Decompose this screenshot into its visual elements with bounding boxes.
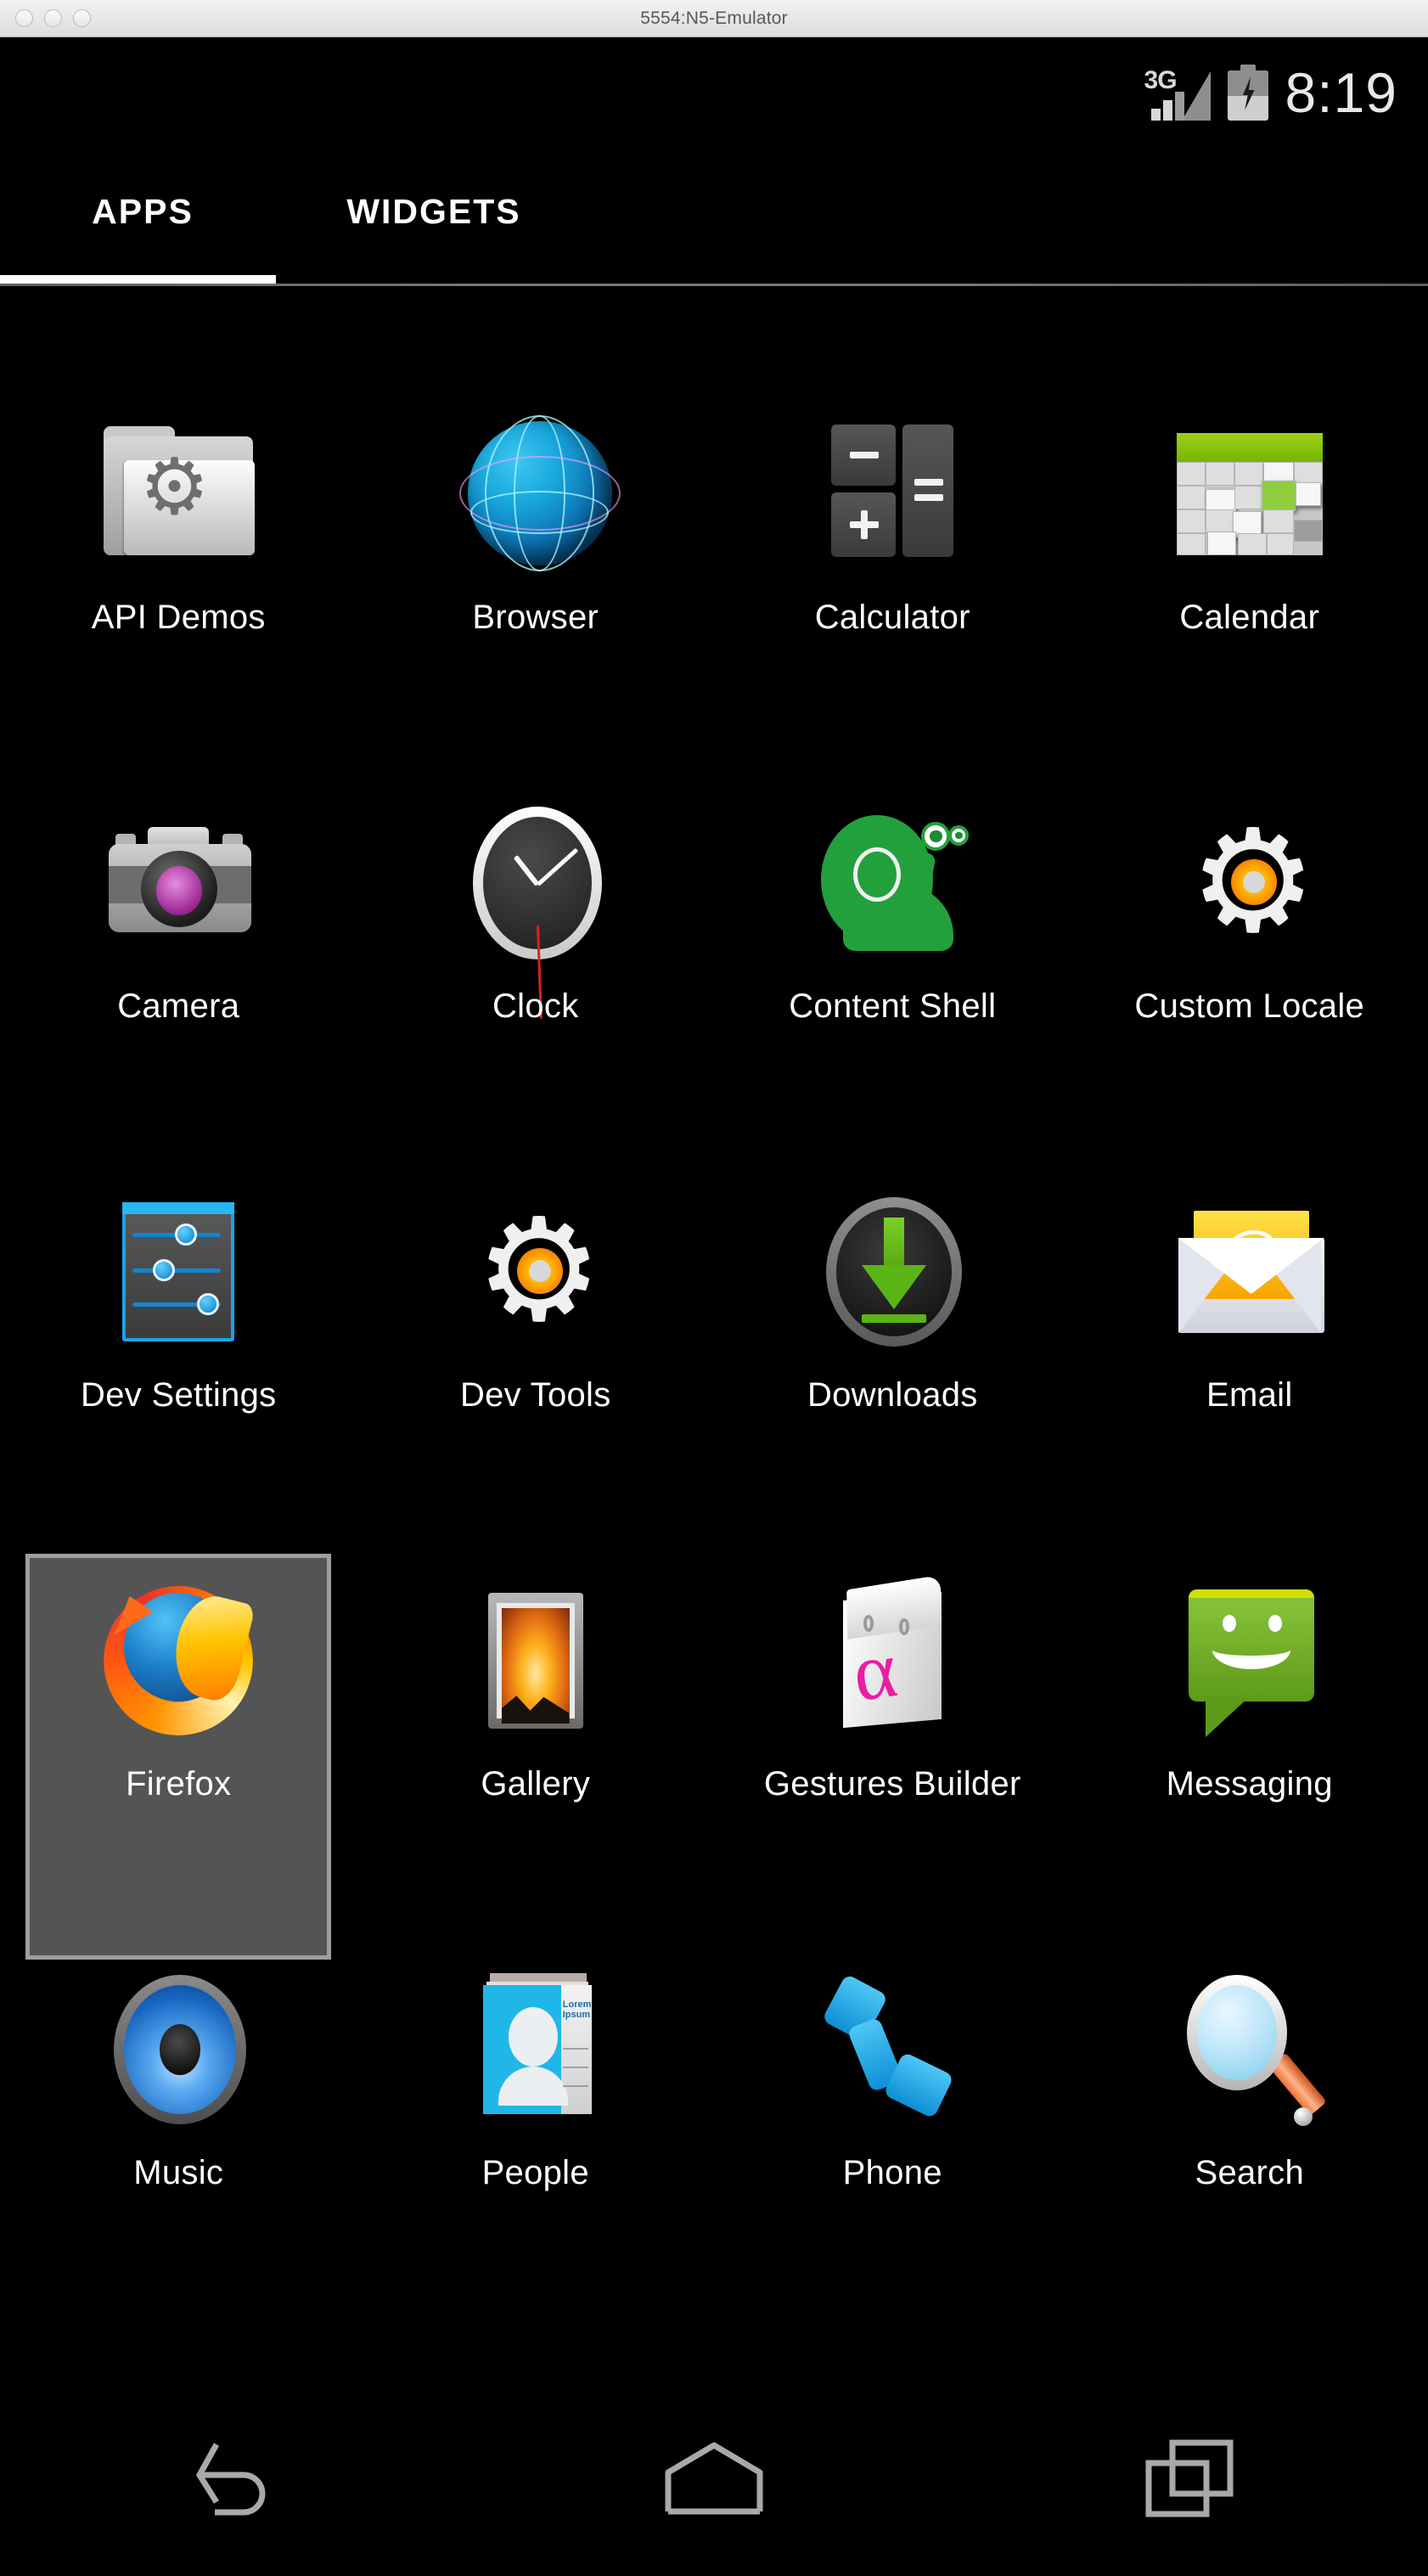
app-label: Phone — [842, 2154, 942, 2191]
tab-apps[interactable]: APPS — [0, 148, 285, 275]
app-grid: ⚙ API Demos Browser Calculator Calendar … — [0, 377, 1428, 2321]
app-label: Dev Settings — [81, 1376, 277, 1414]
app-label: Dev Tools — [459, 1376, 611, 1414]
app-icon-clock[interactable]: Clock — [357, 766, 715, 1155]
network-type-label: 3G — [1144, 66, 1178, 94]
app-label: Calculator — [814, 599, 970, 636]
app-icon-dev-settings[interactable]: Dev Settings — [0, 1155, 357, 1544]
app-icon-api-demos[interactable]: ⚙ API Demos — [0, 377, 357, 766]
contact-card-icon: Lorem Ipsum — [453, 1966, 619, 2133]
tab-widgets[interactable]: WIDGETS — [285, 148, 582, 275]
app-icon-search[interactable]: Search — [1071, 1932, 1428, 2321]
gear-orange-icon: ⚙ — [1167, 800, 1333, 966]
app-icon-phone[interactable]: Phone — [714, 1932, 1071, 2321]
app-label: Camera — [117, 987, 240, 1025]
app-label: Clock — [492, 987, 579, 1025]
app-icon-gestures-builder[interactable]: α Gestures Builder — [714, 1544, 1071, 1932]
folder-gear-icon: ⚙ — [95, 411, 261, 577]
app-label: API Demos — [91, 599, 266, 636]
status-bar: 3G 8:19 — [0, 37, 1428, 148]
app-label: Firefox — [126, 1765, 232, 1803]
app-label: Content Shell — [789, 987, 997, 1025]
app-label: Browser — [472, 599, 599, 636]
app-icon-firefox[interactable]: Firefox — [0, 1544, 357, 1932]
app-icon-content-shell[interactable]: Content Shell — [714, 766, 1071, 1155]
app-label: Gestures Builder — [763, 1765, 1021, 1803]
app-icon-gallery[interactable]: Gallery — [357, 1544, 715, 1932]
app-icon-email[interactable]: @ Email — [1071, 1155, 1428, 1544]
app-label: Gallery — [481, 1765, 591, 1803]
signal-bars-icon: 3G — [1144, 63, 1211, 122]
calculator-keys-icon — [809, 411, 975, 577]
app-icon-camera[interactable]: Camera — [0, 766, 357, 1155]
app-label: People — [481, 2154, 589, 2191]
back-button[interactable] — [153, 2423, 323, 2534]
gear-orange-icon: ⚙ — [453, 1189, 619, 1355]
app-label: Messaging — [1166, 1765, 1333, 1803]
photo-frame-icon — [453, 1578, 619, 1744]
contact-name-line2: Ipsum — [562, 2009, 591, 2020]
app-label: Music — [133, 2154, 224, 2191]
sliders-panel-icon — [95, 1189, 261, 1355]
camera-icon — [95, 800, 261, 966]
tab-divider — [0, 284, 1428, 286]
app-label: Downloads — [807, 1376, 978, 1414]
emulator-window-titlebar: 5554:N5-Emulator — [0, 0, 1428, 37]
speaker-icon — [95, 1966, 261, 2133]
device-screen: 3G 8:19 APPS WIDGETS ⚙ API Demos Browser… — [0, 37, 1428, 2576]
navigation-bar — [0, 2381, 1428, 2576]
back-icon — [196, 2443, 266, 2516]
app-icon-downloads[interactable]: Downloads — [714, 1155, 1071, 1544]
app-icon-music[interactable]: Music — [0, 1932, 357, 2321]
app-icon-browser[interactable]: Browser — [357, 377, 715, 766]
home-icon — [665, 2442, 763, 2515]
calendar-grid-icon — [1167, 411, 1333, 577]
speech-bubble-smile-icon — [1167, 1578, 1333, 1744]
app-icon-custom-locale[interactable]: ⚙ Custom Locale — [1071, 766, 1428, 1155]
notepad-gesture-icon: α — [809, 1574, 975, 1744]
envelope-at-icon: @ — [1167, 1189, 1333, 1355]
app-label: Custom Locale — [1134, 987, 1365, 1025]
app-icon-dev-tools[interactable]: ⚙ Dev Tools — [357, 1155, 715, 1544]
recent-apps-button[interactable] — [1105, 2423, 1275, 2534]
app-icon-calculator[interactable]: Calculator — [714, 377, 1071, 766]
phone-handset-icon — [809, 1966, 975, 2133]
recent-apps-icon — [1145, 2439, 1234, 2517]
firefox-icon — [95, 1578, 261, 1744]
app-icon-people[interactable]: Lorem Ipsum People — [357, 1932, 715, 2321]
home-button[interactable] — [629, 2423, 799, 2534]
globe-icon — [453, 411, 621, 577]
status-clock: 8:19 — [1285, 61, 1397, 124]
app-icon-calendar[interactable]: Calendar — [1071, 377, 1428, 766]
tab-bar: APPS WIDGETS — [0, 148, 1428, 286]
contact-name-line1: Lorem — [562, 1999, 592, 2010]
window-title: 5554:N5-Emulator — [640, 8, 788, 28]
app-icon-messaging[interactable]: Messaging — [1071, 1544, 1428, 1932]
battery-charging-icon — [1227, 65, 1268, 121]
analog-clock-icon — [453, 800, 619, 1019]
green-snail-icon — [809, 800, 975, 966]
magnifier-icon — [1167, 1966, 1333, 2133]
app-label: Search — [1195, 2154, 1305, 2191]
tab-active-indicator — [0, 275, 276, 284]
app-label: Email — [1206, 1376, 1293, 1414]
download-arrow-icon — [809, 1189, 975, 1355]
app-label: Calendar — [1179, 599, 1320, 636]
